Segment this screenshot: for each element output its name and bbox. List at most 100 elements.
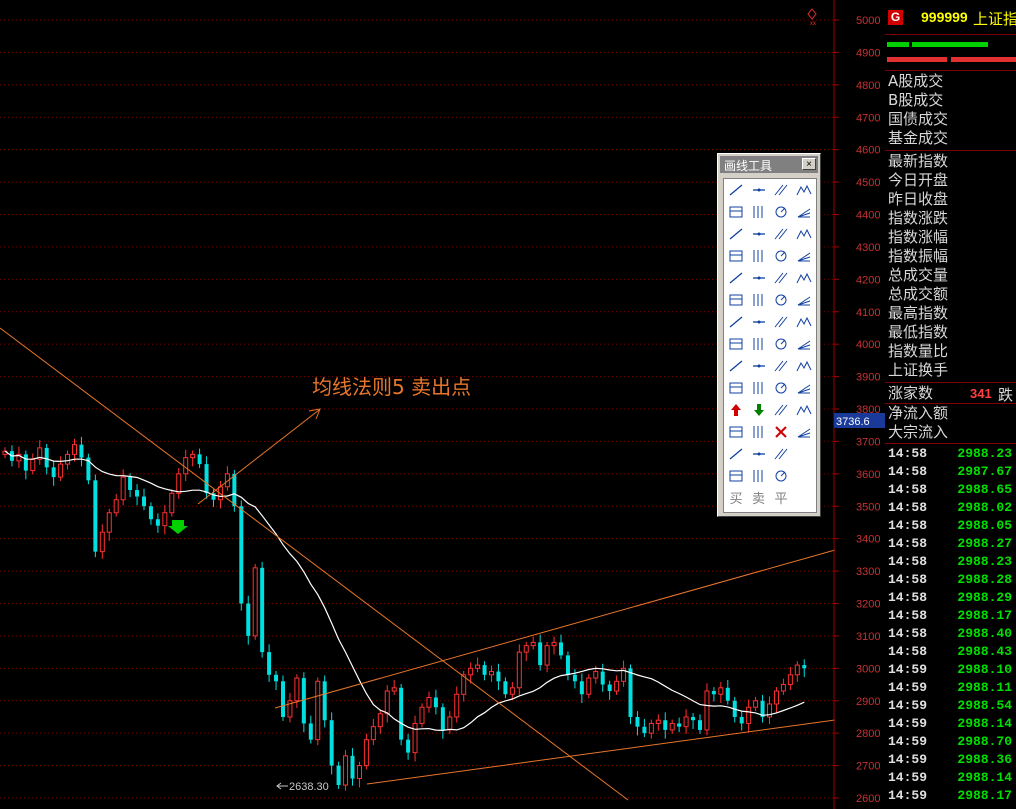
line-icon[interactable] (748, 180, 770, 201)
candle (343, 750, 349, 791)
down-arrow-icon[interactable] (748, 400, 770, 421)
wave-icon[interactable] (770, 268, 792, 289)
fib-retrace-icon[interactable] (725, 312, 747, 333)
tick-row[interactable]: 14:58 2988.23 (885, 445, 1016, 463)
channel-icon[interactable] (793, 224, 815, 245)
toolbox-titlebar[interactable]: 画线工具 × (720, 156, 818, 173)
empty-icon[interactable] (793, 444, 815, 465)
dense-bars-icon[interactable] (748, 356, 770, 377)
sell-mark-icon[interactable] (748, 466, 770, 487)
up-arrow-icon[interactable] (725, 400, 747, 421)
tick-price: 2988.36 (957, 752, 1012, 767)
tick-row[interactable]: 14:58 2988.29 (885, 589, 1016, 607)
tick-row[interactable]: 14:58 2988.43 (885, 643, 1016, 661)
arc-icon[interactable] (748, 246, 770, 267)
select-icon[interactable] (725, 180, 747, 201)
brush-icon[interactable] (793, 422, 815, 443)
candle (454, 686, 460, 723)
level-mark-icon[interactable] (770, 466, 792, 487)
tick-time: 14:58 (888, 464, 928, 479)
period-icon[interactable] (770, 334, 792, 355)
diag-icon[interactable] (725, 246, 747, 267)
gp-icon[interactable] (748, 290, 770, 311)
triangle-icon[interactable] (770, 378, 792, 399)
fib-level-icon[interactable] (748, 312, 770, 333)
trade-text-button[interactable]: 卖 (748, 488, 770, 509)
dollar-icon[interactable] (770, 444, 792, 465)
candle (551, 636, 557, 655)
text-tool-icon[interactable] (725, 422, 747, 443)
segment-icon[interactable] (725, 202, 747, 223)
candle (322, 675, 327, 728)
tick-row[interactable]: 14:58 2988.65 (885, 481, 1016, 499)
g-icon[interactable] (793, 290, 815, 311)
tick-row[interactable]: 14:59 2988.14 (885, 769, 1016, 787)
trendline-up-upper[interactable] (274, 549, 836, 709)
annotation-text[interactable]: 均线法则5 卖出点 (312, 375, 471, 399)
tick-row[interactable]: 14:58 2988.17 (885, 607, 1016, 625)
tick-row[interactable]: 14:58 2987.67 (885, 463, 1016, 481)
tick-row[interactable]: 14:59 2988.54 (885, 697, 1016, 715)
angle-icon[interactable] (793, 356, 815, 377)
ruler-icon[interactable] (748, 444, 770, 465)
y-tick-label: 4400 (856, 210, 880, 222)
fan-icon[interactable] (770, 312, 792, 333)
zigzag-icon[interactable] (793, 268, 815, 289)
buy-mark-icon[interactable] (725, 466, 747, 487)
delete-icon[interactable] (770, 422, 792, 443)
toolbox-close-button[interactable]: × (802, 158, 816, 170)
bid-bar-green-2 (912, 42, 988, 47)
cycle-icon[interactable] (748, 334, 770, 355)
tick-row[interactable]: 14:59 2988.11 (885, 679, 1016, 697)
circle-icon[interactable] (770, 246, 792, 267)
tick-row[interactable]: 14:59 2988.14 (885, 715, 1016, 733)
candle (120, 469, 126, 506)
v-pattern-icon[interactable] (748, 378, 770, 399)
tick-time: 14:58 (888, 572, 928, 587)
candle (93, 474, 98, 558)
tick-row[interactable]: 14:58 2988.27 (885, 535, 1016, 553)
vbars-icon[interactable] (770, 356, 792, 377)
ray-icon[interactable] (770, 180, 792, 201)
parallel-icon[interactable] (770, 224, 792, 245)
blank-icon[interactable] (793, 466, 815, 487)
candle (635, 711, 640, 736)
tick-row[interactable]: 14:58 2988.23 (885, 553, 1016, 571)
v-line-icon[interactable] (725, 224, 747, 245)
gann-fan-icon[interactable] (793, 312, 815, 333)
fan-lines-icon[interactable] (725, 378, 747, 399)
h-line-icon[interactable] (770, 202, 792, 223)
price-label-icon[interactable] (748, 224, 770, 245)
tick-price: 2988.23 (957, 554, 1012, 569)
tick-row[interactable]: 14:58 2988.40 (885, 625, 1016, 643)
tick-time: 14:58 (888, 626, 928, 641)
tick-row[interactable]: 14:59 2988.17 (885, 787, 1016, 805)
fib-time-icon[interactable] (725, 334, 747, 355)
arrow-line-icon[interactable] (793, 180, 815, 201)
drawing-toolbox[interactable]: 画线工具 × 买卖平 (717, 153, 821, 517)
tick-row[interactable]: 14:58 2988.05 (885, 517, 1016, 535)
tick-row[interactable]: 14:59 2988.70 (885, 733, 1016, 751)
tick-row[interactable]: 14:59 2988.10 (885, 661, 1016, 679)
rect-icon[interactable] (793, 378, 815, 399)
candle (308, 715, 313, 744)
text-icon[interactable] (793, 400, 815, 421)
fill-icon[interactable] (748, 422, 770, 443)
trade-text-button[interactable]: 买 (725, 488, 747, 509)
h-segment-icon[interactable] (748, 202, 770, 223)
h-ray-icon[interactable] (793, 202, 815, 223)
note-icon[interactable] (725, 444, 747, 465)
bars-icon[interactable] (725, 356, 747, 377)
ga-icon[interactable] (770, 290, 792, 311)
w-pattern-icon[interactable] (725, 268, 747, 289)
tick-row[interactable]: 14:58 2988.28 (885, 571, 1016, 589)
tick-row[interactable]: 14:59 2988.36 (885, 751, 1016, 769)
mountain-icon[interactable] (725, 290, 747, 311)
spiral-icon[interactable] (793, 246, 815, 267)
flag-arrow-icon[interactable] (770, 400, 792, 421)
trade-text-button[interactable]: 平 (770, 488, 792, 509)
m-pattern-icon[interactable] (748, 268, 770, 289)
spectrum-icon[interactable] (793, 334, 815, 355)
annotation-arrow-line[interactable] (197, 409, 320, 505)
tick-row[interactable]: 14:58 2988.02 (885, 499, 1016, 517)
